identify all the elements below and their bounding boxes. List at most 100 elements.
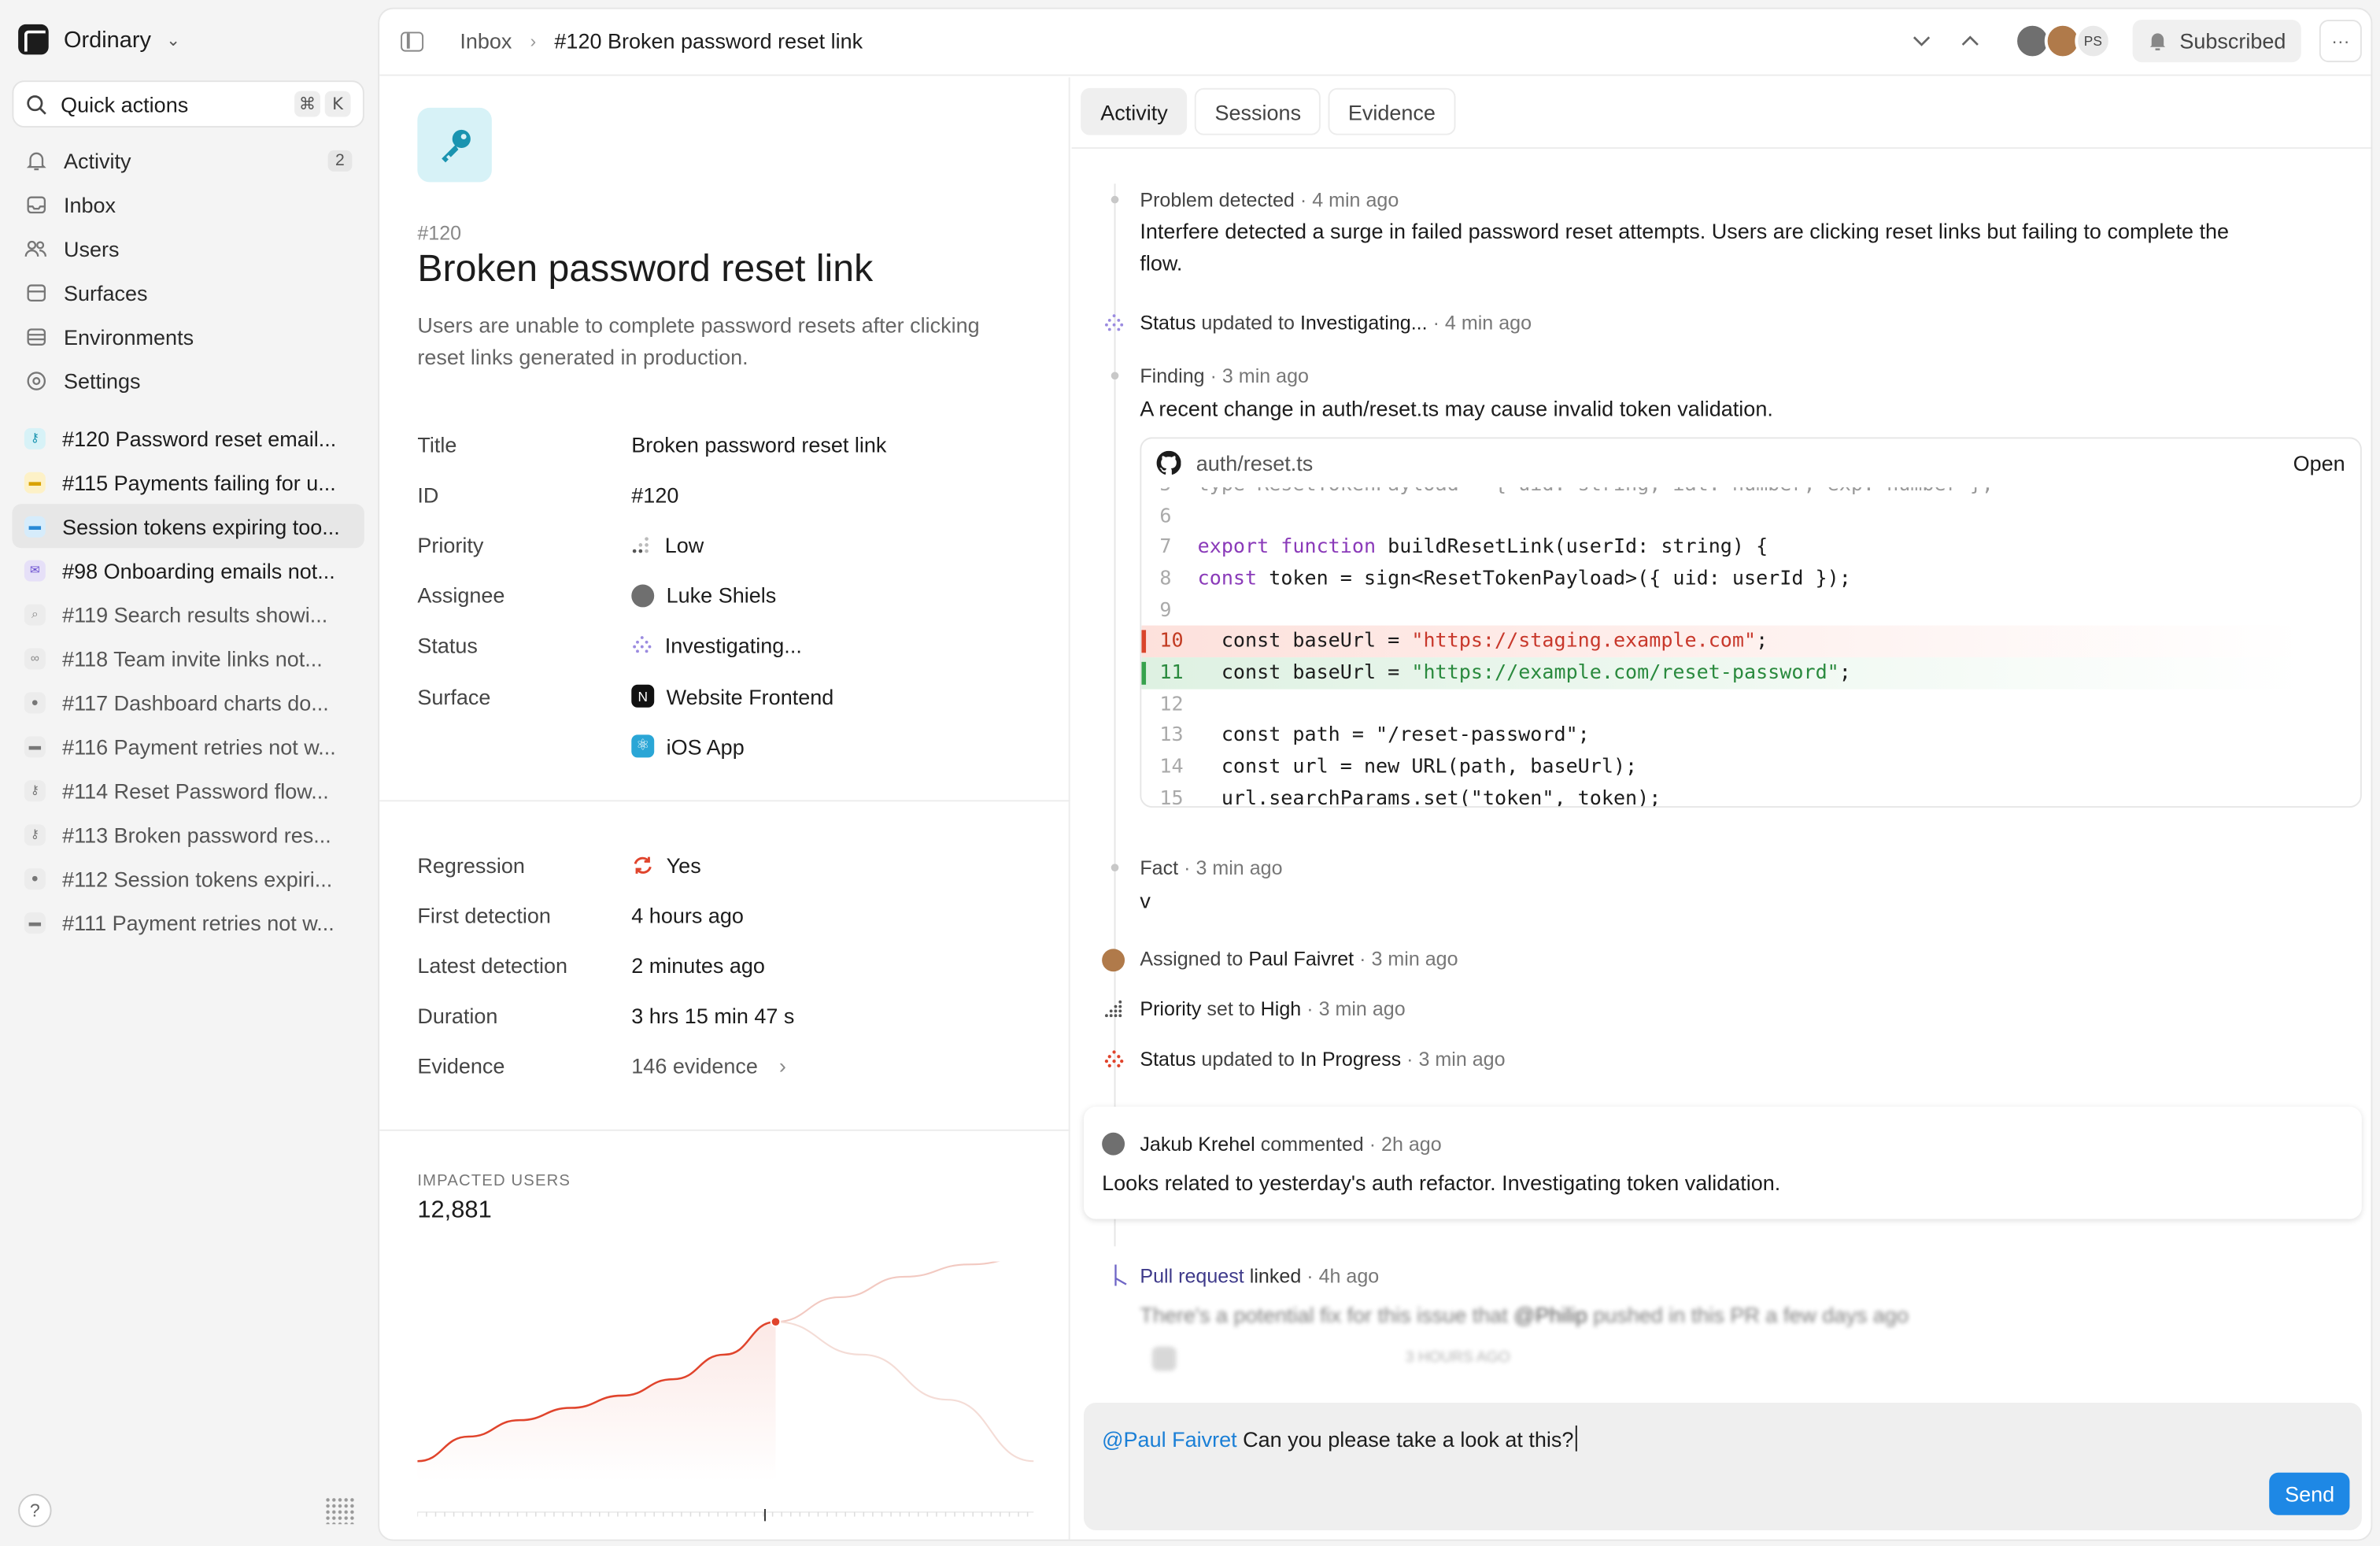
issue-list-item[interactable]: ● #112 Session tokens expiri... [12,856,364,901]
issue-list-item[interactable]: ⚷ #114 Reset Password flow... [12,768,364,812]
property-key: Priority [417,532,484,557]
workspace-switcher[interactable]: Ordinary ⌄ [18,24,180,55]
tab-evidence[interactable]: Evidence [1328,87,1456,135]
property-key: Latest detection [417,953,568,978]
bell-icon [2149,33,2166,51]
avatar [1102,1132,1125,1156]
code-line: 15 url.searchParams.set("token", token); [1159,787,1661,808]
code-filename: auth/reset.ts [1196,450,1314,475]
comment-author: Jakub Krehel [1140,1132,1255,1156]
event-time: · 3 min ago [1406,1047,1506,1071]
property-key: First detection [417,903,551,927]
react-icon: ⚛ [631,734,655,758]
comment-input[interactable]: @Paul Faivret Can you please take a look… [1102,1425,1577,1452]
evidence-link[interactable]: 146 evidence › [631,1054,786,1078]
property-row-first-detection: First detection 4 hours ago [417,890,1040,941]
issue-list-label: #113 Broken password res... [62,822,331,847]
pr-text: There's a potential fix for this issue t… [1140,1302,1508,1327]
issue-list-item[interactable]: ⚷ #113 Broken password res... [12,812,364,856]
sidebar-toggle-icon[interactable] [401,31,424,52]
previous-issue-button[interactable] [1950,20,1990,62]
main-nav: Activity 2 Inbox Users Surfaces Environm… [12,138,364,402]
issue-list-item-active[interactable]: ▬ Session tokens expiring too... [12,504,364,549]
event-time: · 3 min ago [1184,856,1283,879]
tab-activity[interactable]: Activity [1081,87,1188,135]
search-icon [27,94,46,114]
priority-low-icon [632,537,649,553]
issue-list-item[interactable]: ✉ #98 Onboarding emails not... [12,548,364,592]
environments-icon [24,325,47,348]
event-time: · 3 min ago [1359,947,1458,971]
issue-list-item[interactable]: ▬ #115 Payments failing for u... [12,460,364,504]
key-icon [417,107,492,183]
tab-sessions[interactable]: Sessions [1195,87,1321,135]
property-value: 3 hrs 15 min 47 s [631,1004,795,1028]
issue-list-item[interactable]: ● #117 Dashboard charts do... [12,680,364,724]
issue-list-item[interactable]: ∞ #118 Team invite links not... [12,636,364,680]
event-title: Fact [1140,856,1179,879]
issue-list-label: #116 Payment retries not w... [62,734,336,759]
chevron-right-icon: › [778,1054,786,1078]
breadcrumb-inbox[interactable]: Inbox [460,29,512,54]
status-selector[interactable]: Investigating... [631,634,802,658]
issue-list-label: Session tokens expiring too... [62,513,340,538]
comment-body: Looks related to yesterday's auth refact… [1102,1170,1781,1195]
nav-item-surfaces[interactable]: Surfaces [12,270,364,314]
issue-list: ⚷ #120 Password reset email... ▬ #115 Paym… [12,416,364,944]
nav-item-users[interactable]: Users [12,226,364,270]
priority-selector[interactable]: Low [631,533,704,557]
nav-item-activity[interactable]: Activity 2 [12,138,364,182]
nav-label: Environments [63,324,194,349]
event-header: Fact · 3 min ago [1140,856,1282,879]
issue-list-item[interactable]: ▬ #111 Payment retries not w... [12,901,364,945]
assignee-selector[interactable]: Luke Shiels [631,583,776,608]
subscribed-button[interactable]: Subscribed [2132,20,2301,63]
event-header: Status updated to In Progress · 3 min ag… [1140,1048,1505,1071]
property-row-duration: Duration 3 hrs 15 min 47 s [417,991,1040,1041]
status-value: Investigating... [664,633,802,658]
property-key: Surface [417,683,491,708]
issue-list-label: #112 Session tokens expiri... [62,866,333,891]
timeline-line [1114,183,1116,1247]
nav-label: Settings [63,368,141,393]
event-text: linked [1249,1264,1302,1288]
code-line: 7 export function buildResetLink(userId: … [1159,536,1768,560]
issue-list-item[interactable]: ⌕ #119 Search results showi... [12,592,364,636]
send-button[interactable]: Send [2269,1472,2350,1515]
issue-list-item[interactable]: ⚷ #120 Password reset email... [12,416,364,460]
more-options-button[interactable]: ··· [2319,20,2362,63]
event-key: Pull request [1140,1264,1244,1288]
nav-item-environments[interactable]: Environments [12,314,364,358]
nav-item-inbox[interactable]: Inbox [12,182,364,226]
property-key: Status [417,633,478,658]
regression-icon [634,856,652,874]
issue-list-label: #120 Password reset email... [62,425,337,450]
property-row-latest-detection: Latest detection 2 minutes ago [417,941,1040,991]
property-value[interactable]: Broken password reset link [631,432,886,457]
main-panel: Inbox › #120 Broken password reset link … [378,7,2373,1541]
nav-label: Inbox [63,191,116,216]
surface-chip[interactable]: N Website Frontend [631,684,833,708]
impacted-users-label: IMPACTED USERS [417,1171,571,1190]
nav-item-settings[interactable]: Settings [12,358,364,402]
issue-list-item[interactable]: ▬ #116 Payment retries not w... [12,724,364,768]
dither-logo-icon [324,1496,356,1525]
property-key: Evidence [417,1054,505,1078]
assignee-value: Luke Shiels [666,583,777,608]
participant-avatars[interactable]: PS [2014,22,2112,60]
sidebar: Ordinary ⌄ Quick actions ⌘ K Activity 2 I… [0,0,377,1546]
next-issue-button[interactable] [1901,20,1941,62]
divider [379,1129,1070,1131]
comment-composer[interactable]: @Paul Faivret Can you please take a look… [1083,1402,2362,1530]
event-key: Assigned to [1140,947,1244,971]
open-file-link[interactable]: Open [2293,451,2345,475]
help-button[interactable]: ? [18,1493,52,1528]
search-icon: ⌕ [24,603,46,625]
event-value: High [1260,997,1302,1020]
quick-actions-button[interactable]: Quick actions ⌘ K [12,80,364,128]
activity-pane: Activity Sessions Evidence Problem detec… [1071,77,2371,1539]
event-body: Interfere detected a surge in failed pas… [1140,218,2230,276]
property-value: 4 hours ago [631,903,744,927]
surface-chip[interactable]: ⚛ iOS App [631,734,745,759]
link-icon: ∞ [24,647,46,669]
